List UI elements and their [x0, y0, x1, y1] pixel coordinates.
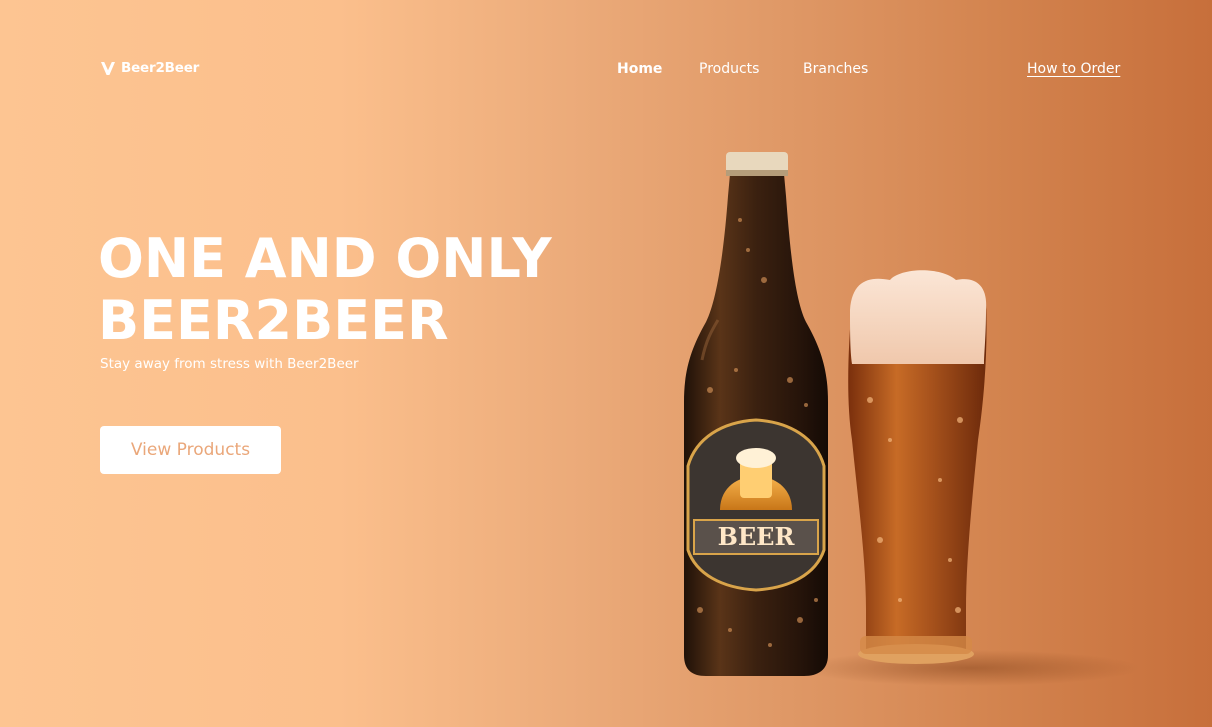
view-products-button[interactable]: View Products [100, 426, 281, 474]
hero-title-line-1: ONE AND ONLY [98, 227, 552, 290]
v-logo-icon [101, 61, 115, 75]
nav-home-link[interactable]: Home [617, 61, 662, 77]
beer-bottle: BEER [684, 152, 828, 676]
nav-branches-link[interactable]: Branches [803, 61, 868, 77]
brand-logo[interactable]: Beer2Beer [100, 60, 199, 76]
bottle-label-text: BEER [718, 522, 796, 551]
how-to-order-link[interactable]: How to Order [1027, 61, 1120, 77]
hero-title: ONE AND ONLY BEER2BEER [98, 228, 552, 352]
hero-subtitle: Stay away from stress with Beer2Beer [100, 356, 359, 372]
brand-name: Beer2Beer [121, 60, 200, 76]
beer-glass [848, 270, 987, 664]
beer-product-image: BEER [684, 152, 1140, 686]
bottle-label: BEER [686, 418, 826, 592]
top-navigation: Beer2Beer Home Products Branches How to … [0, 0, 1212, 140]
nav-products-link[interactable]: Products [699, 61, 759, 77]
hero-title-line-2: BEER2BEER [98, 289, 449, 352]
